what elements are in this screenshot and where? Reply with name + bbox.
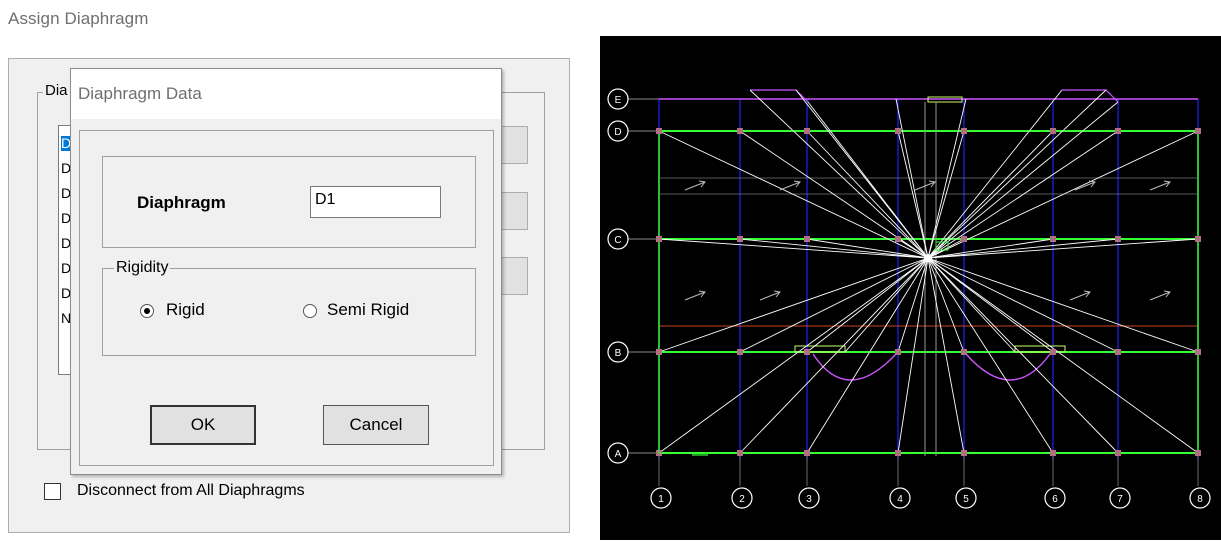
- diaphragm-link: [927, 257, 1199, 353]
- diaphragm-link: [927, 257, 965, 454]
- diaphragm-link: [927, 257, 1119, 353]
- diaphragm-link: [927, 257, 1199, 454]
- column-grid-bubble-label: 7: [1117, 494, 1123, 505]
- row-grid-bubble-label: B: [615, 348, 622, 359]
- semi-rigid-radio[interactable]: [303, 304, 317, 318]
- diaphragm-link: [749, 89, 929, 259]
- diaphragm-link: [658, 257, 929, 353]
- slab-direction-arrow: [779, 180, 801, 191]
- diaphragm-link: [739, 257, 929, 454]
- column: [737, 236, 743, 242]
- row-grid-bubble-label: C: [614, 235, 621, 246]
- column: [1050, 450, 1056, 456]
- diaphragm-link: [895, 98, 929, 259]
- column: [1115, 450, 1121, 456]
- column: [656, 236, 662, 242]
- slab-edge: [750, 89, 809, 103]
- rigid-radio[interactable]: [140, 304, 154, 318]
- diaphragm-label: Diaphragm: [137, 193, 226, 212]
- slab-edge: [1062, 89, 1119, 103]
- plan-view-canvas[interactable]: E D C B A 1 2 3 4 5 6 7 8: [600, 36, 1221, 540]
- diaphragm-link: [927, 101, 1119, 259]
- row-grid-bubble-label: E: [615, 95, 622, 106]
- column: [1115, 236, 1121, 242]
- slab-direction-arrow: [684, 290, 706, 301]
- disconnect-checkbox[interactable]: [44, 483, 61, 500]
- column: [804, 128, 810, 134]
- diaphragm-link: [927, 238, 1199, 259]
- dialog-title: Diaphragm Data: [78, 84, 202, 103]
- row-grid-bubble-label: A: [615, 449, 622, 460]
- slab-direction-arrow: [1149, 180, 1171, 191]
- diaphragm-link: [927, 238, 1119, 259]
- column: [895, 128, 901, 134]
- rigidity-label: Rigidity: [114, 259, 171, 277]
- slab-direction-arrow: [1074, 180, 1096, 191]
- diaphragm-link: [927, 89, 1107, 259]
- diaphragm-link: [658, 257, 929, 454]
- modify-diaphragm-button[interactable]: [502, 192, 528, 230]
- column: [656, 349, 662, 355]
- diaphragm-link: [927, 257, 1054, 353]
- radio-selected-dot: [144, 308, 150, 314]
- column: [737, 128, 743, 134]
- diaphragm-link: [927, 257, 1119, 454]
- rigid-radio-label: Rigid: [166, 300, 205, 319]
- diaphragm-link: [806, 238, 929, 259]
- column: [961, 349, 967, 355]
- column-grid-bubble-label: 2: [739, 494, 745, 505]
- slab-direction-arrow: [1069, 290, 1091, 301]
- column-grid-bubble-label: 8: [1197, 494, 1203, 505]
- column-grid-bubble-label: 4: [897, 494, 903, 505]
- rigidity-group: [102, 268, 476, 356]
- column-grid-bubble-label: 3: [806, 494, 812, 505]
- diaphragm-link: [806, 257, 929, 353]
- diaphragm-name-input[interactable]: D1: [310, 186, 441, 218]
- plan-view[interactable]: E D C B A 1 2 3 4 5 6 7 8: [600, 36, 1221, 540]
- diaphragm-link: [927, 257, 1016, 353]
- semi-rigid-radio-label: Semi Rigid: [327, 300, 410, 319]
- diaphragm-link: [739, 257, 929, 353]
- add-diaphragm-button[interactable]: [502, 126, 528, 164]
- window-title: Assign Diaphragm: [8, 9, 149, 28]
- column: [656, 128, 662, 134]
- column: [1195, 236, 1201, 242]
- column-grid-bubble-label: 6: [1052, 494, 1058, 505]
- column: [961, 236, 967, 242]
- column: [737, 450, 743, 456]
- column: [1115, 349, 1121, 355]
- slab-direction-arrow: [759, 290, 781, 301]
- diaphragm-link: [927, 257, 1054, 454]
- ok-button[interactable]: OK: [150, 405, 256, 445]
- disconnect-label: Disconnect from All Diaphragms: [77, 482, 305, 499]
- cancel-button[interactable]: Cancel: [323, 405, 429, 445]
- slab-direction-arrow: [1149, 290, 1171, 301]
- diaphragm-link: [806, 257, 929, 454]
- column: [895, 349, 901, 355]
- column-grid-bubble-label: 5: [963, 494, 969, 505]
- diaphragm-link: [658, 238, 929, 259]
- column: [1050, 128, 1056, 134]
- row-grid-bubble-label: D: [614, 127, 621, 138]
- column: [1115, 128, 1121, 134]
- delete-diaphragm-button[interactable]: [502, 257, 528, 295]
- slab-edge: [965, 353, 1051, 381]
- column-grid-bubble-label: 1: [658, 494, 664, 505]
- column: [1195, 450, 1201, 456]
- column: [895, 450, 901, 456]
- column: [895, 236, 901, 242]
- column: [804, 349, 810, 355]
- column: [1050, 349, 1056, 355]
- diaphragm-link: [897, 257, 929, 353]
- column: [1050, 236, 1056, 242]
- diaphragm-center-point: [924, 254, 932, 262]
- column: [1195, 349, 1201, 355]
- column: [961, 128, 967, 134]
- column: [804, 450, 810, 456]
- column: [804, 236, 810, 242]
- slab-direction-arrow: [684, 180, 706, 191]
- column: [1195, 128, 1201, 134]
- column: [737, 349, 743, 355]
- column: [961, 450, 967, 456]
